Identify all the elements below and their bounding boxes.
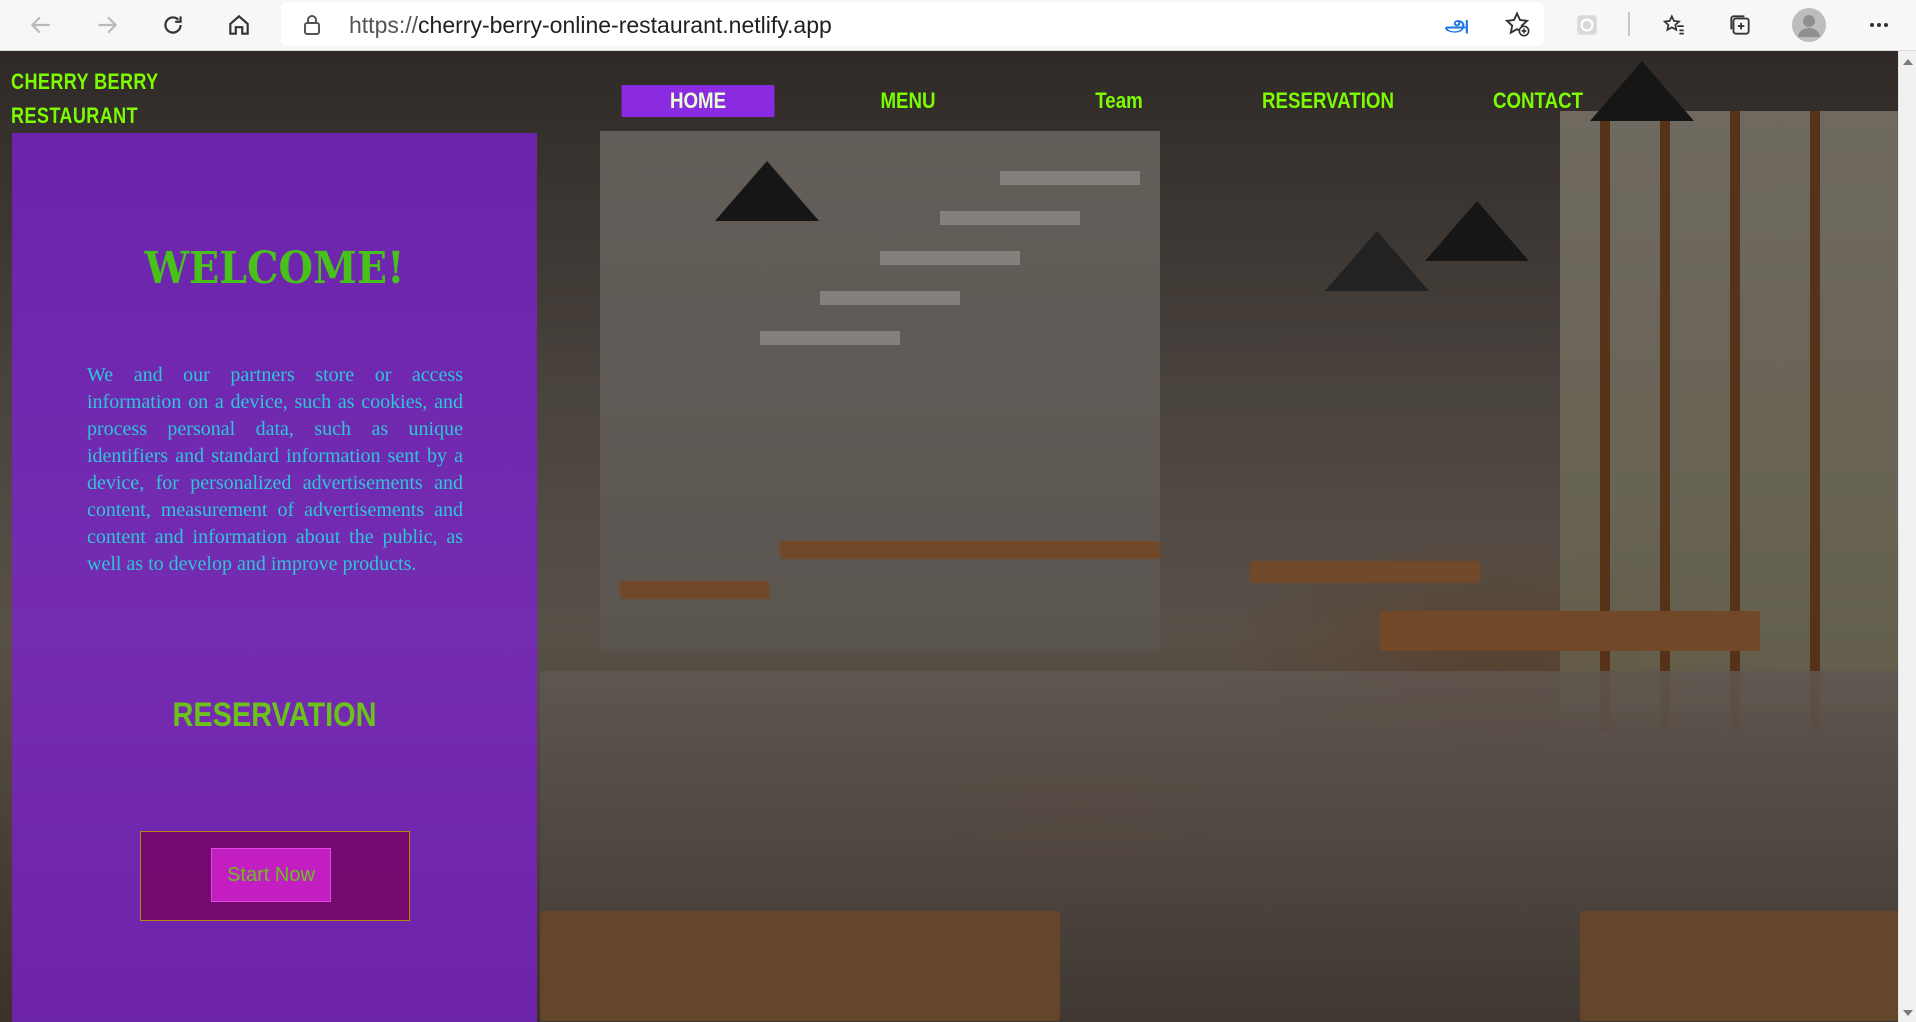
welcome-heading: WELCOME!: [144, 243, 405, 294]
nav-contact[interactable]: CONTACT: [1483, 85, 1594, 117]
brand-line-2: RESTAURANT: [11, 103, 139, 128]
more-icon[interactable]: [1862, 8, 1896, 42]
lock-icon[interactable]: [303, 14, 321, 41]
start-now-button[interactable]: Start Now: [211, 848, 331, 902]
home-icon[interactable]: [222, 8, 256, 42]
scroll-up-arrow[interactable]: [1903, 59, 1913, 65]
extension-icon[interactable]: [1570, 8, 1604, 42]
read-aloud-icon[interactable]: அ: [1445, 11, 1469, 40]
page-viewport: CHERRY BERRY RESTAURANT HOME MENU Team R…: [0, 51, 1898, 1022]
profile-avatar[interactable]: [1792, 8, 1826, 42]
address-bar[interactable]: https://cherry-berry-online-restaurant.n…: [281, 2, 1544, 46]
back-icon[interactable]: [24, 8, 58, 42]
browser-toolbar: https://cherry-berry-online-restaurant.n…: [0, 0, 1916, 51]
nav-team[interactable]: Team: [1068, 85, 1170, 117]
site-logo[interactable]: CHERRY BERRY RESTAURANT: [11, 65, 175, 133]
welcome-paragraph: We and our partners store or access info…: [87, 364, 463, 575]
reservation-heading: RESERVATION: [172, 696, 377, 734]
brand-line-1: CHERRY BERRY: [11, 69, 159, 94]
start-now-container: Start Now: [140, 831, 410, 921]
nav-menu[interactable]: MENU: [857, 85, 959, 117]
nav-reservation[interactable]: RESERVATION: [1256, 85, 1401, 117]
forward-icon[interactable]: [90, 8, 124, 42]
url-text: https://cherry-berry-online-restaurant.n…: [349, 12, 832, 38]
add-favorite-icon[interactable]: [1503, 10, 1531, 43]
nav-home[interactable]: HOME: [621, 85, 775, 117]
welcome-panel: WELCOME! We and our partners store or ac…: [12, 133, 537, 1022]
page-scrollbar[interactable]: [1898, 51, 1916, 1022]
toolbar-divider: [1628, 12, 1630, 36]
favorites-icon[interactable]: [1657, 8, 1691, 42]
collections-icon[interactable]: [1723, 8, 1757, 42]
refresh-icon[interactable]: [156, 8, 190, 42]
scroll-down-arrow[interactable]: [1903, 1010, 1913, 1016]
